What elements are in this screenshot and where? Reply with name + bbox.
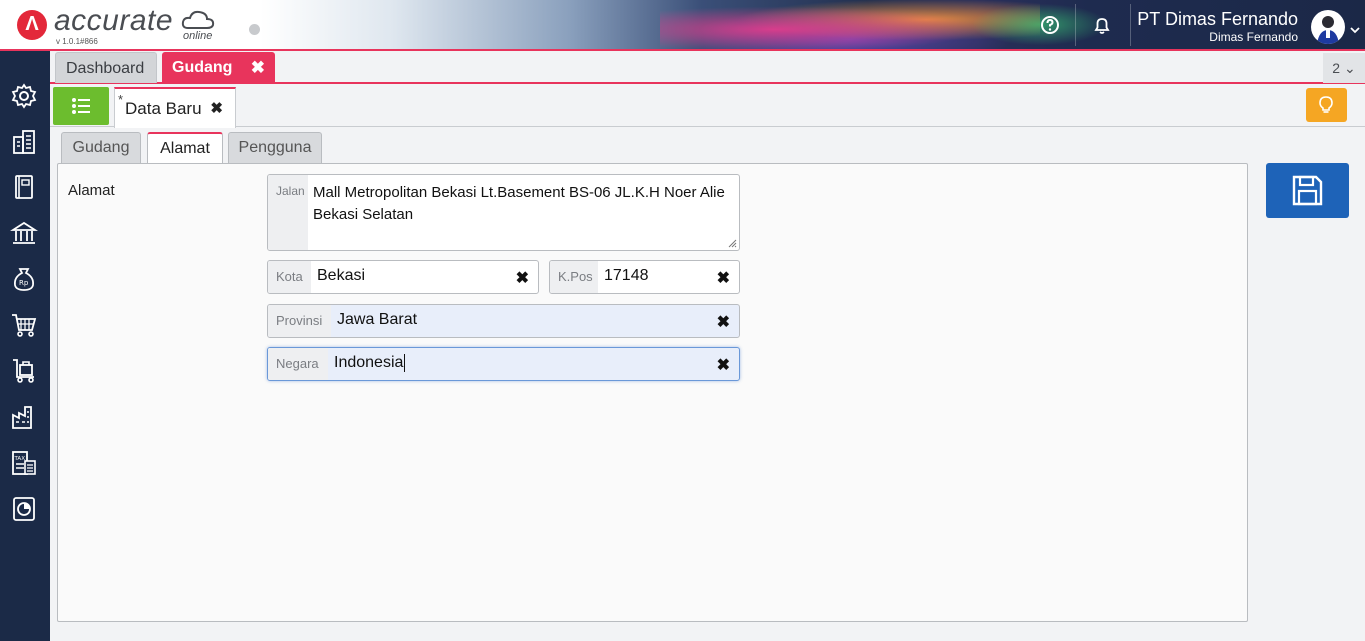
kpos-field[interactable]: K.Pos 17148 ✖ [549, 260, 740, 294]
sidebar: Rp TAX [0, 51, 50, 641]
list-icon [72, 98, 90, 114]
lightbulb-icon [1319, 96, 1333, 113]
chevron-down-icon: ⌄ [1343, 60, 1356, 76]
tab-data-baru[interactable]: * Data Baru ✖ [114, 87, 236, 128]
save-button[interactable] [1266, 163, 1349, 218]
svg-text:Rp: Rp [19, 279, 29, 287]
negara-field[interactable]: Negara Indonesia ✖ [267, 347, 740, 381]
book-icon[interactable] [10, 173, 40, 203]
clear-icon[interactable]: ✖ [717, 268, 730, 288]
divider [1130, 4, 1131, 46]
clear-icon[interactable]: ✖ [516, 268, 529, 288]
tax-icon[interactable]: TAX [10, 449, 40, 479]
divider [1075, 4, 1076, 46]
kpos-input[interactable]: 17148 [604, 267, 649, 285]
chevron-down-icon[interactable] [1349, 20, 1361, 34]
version-label: v 1.0.1#866 [56, 37, 98, 46]
module-tab-bar: Dashboard Gudang ✖ 2 ⌄ [50, 51, 1365, 84]
accurate-logo-icon: Λ [17, 10, 47, 40]
floppy-disk-icon [1292, 175, 1323, 206]
logo-text: accurate [54, 4, 174, 37]
user-name[interactable]: Dimas Fernando [1209, 30, 1298, 44]
tab-gudang-label: Gudang [172, 59, 233, 76]
tab-gudang[interactable]: Gudang ✖ [162, 52, 275, 83]
jalan-input[interactable]: Mall Metropolitan Bekasi Lt.Basement BS-… [313, 182, 728, 226]
kota-field[interactable]: Kota Bekasi ✖ [267, 260, 539, 294]
negara-input[interactable]: Indonesia [334, 354, 406, 372]
close-icon[interactable]: ✖ [251, 52, 265, 83]
provinsi-input[interactable]: Jawa Barat [337, 311, 417, 329]
kota-prefix: Kota [268, 261, 311, 293]
tips-button[interactable] [1306, 88, 1347, 122]
logo-subtext: online [183, 30, 213, 42]
tab-alamat[interactable]: Alamat [147, 132, 223, 165]
kpos-prefix: K.Pos [550, 261, 598, 293]
company-name[interactable]: PT Dimas Fernando [1137, 9, 1298, 30]
section-label-alamat: Alamat [68, 182, 115, 199]
clear-icon[interactable]: ✖ [717, 355, 730, 375]
bell-icon[interactable] [1091, 14, 1113, 36]
negara-prefix: Negara [268, 348, 328, 380]
jalan-prefix: Jalan [268, 175, 308, 250]
open-tabs-dropdown[interactable]: 2 ⌄ [1323, 53, 1365, 83]
document-tab-bar: * Data Baru ✖ [50, 85, 1365, 128]
tab-pengguna[interactable]: Pengguna [228, 132, 322, 163]
factory-icon[interactable] [10, 403, 40, 433]
provinsi-prefix: Provinsi [268, 305, 331, 337]
form-tab-bar: Gudang Alamat Pengguna [50, 131, 1365, 165]
help-icon[interactable] [1039, 14, 1061, 36]
jalan-field[interactable]: Jalan Mall Metropolitan Bekasi Lt.Baseme… [267, 174, 740, 251]
building-icon[interactable] [10, 128, 40, 158]
clear-icon[interactable]: ✖ [717, 312, 730, 332]
list-view-button[interactable] [53, 87, 109, 125]
tab-count: 2 [1332, 60, 1341, 76]
form-panel: Alamat Jalan Mall Metropolitan Bekasi Lt… [57, 163, 1248, 622]
avatar[interactable] [1311, 10, 1345, 44]
tab-dashboard-label: Dashboard [66, 60, 145, 77]
kota-input[interactable]: Bekasi [317, 267, 365, 285]
bank-icon[interactable] [9, 219, 40, 249]
tab-data-baru-label: Data Baru [125, 99, 202, 118]
footer-strip [50, 626, 1365, 641]
provinsi-field[interactable]: Provinsi Jawa Barat ✖ [267, 304, 740, 338]
close-icon[interactable]: ✖ [210, 99, 223, 117]
gear-icon[interactable] [10, 82, 40, 112]
status-dot [249, 24, 260, 35]
tab-gudang-form[interactable]: Gudang [61, 132, 141, 163]
shopping-bag-icon[interactable] [10, 357, 40, 387]
report-icon[interactable] [10, 495, 40, 525]
money-bag-icon[interactable]: Rp [10, 265, 40, 295]
top-bar: Λ accurate online v 1.0.1#866 PT Dimas F… [0, 0, 1365, 51]
resize-handle-icon[interactable] [728, 239, 737, 248]
cart-icon[interactable] [10, 311, 40, 341]
cloud-icon [181, 10, 215, 29]
tab-dashboard[interactable]: Dashboard [55, 52, 157, 83]
unsaved-indicator: * [118, 92, 124, 107]
svg-text:TAX: TAX [14, 456, 26, 462]
